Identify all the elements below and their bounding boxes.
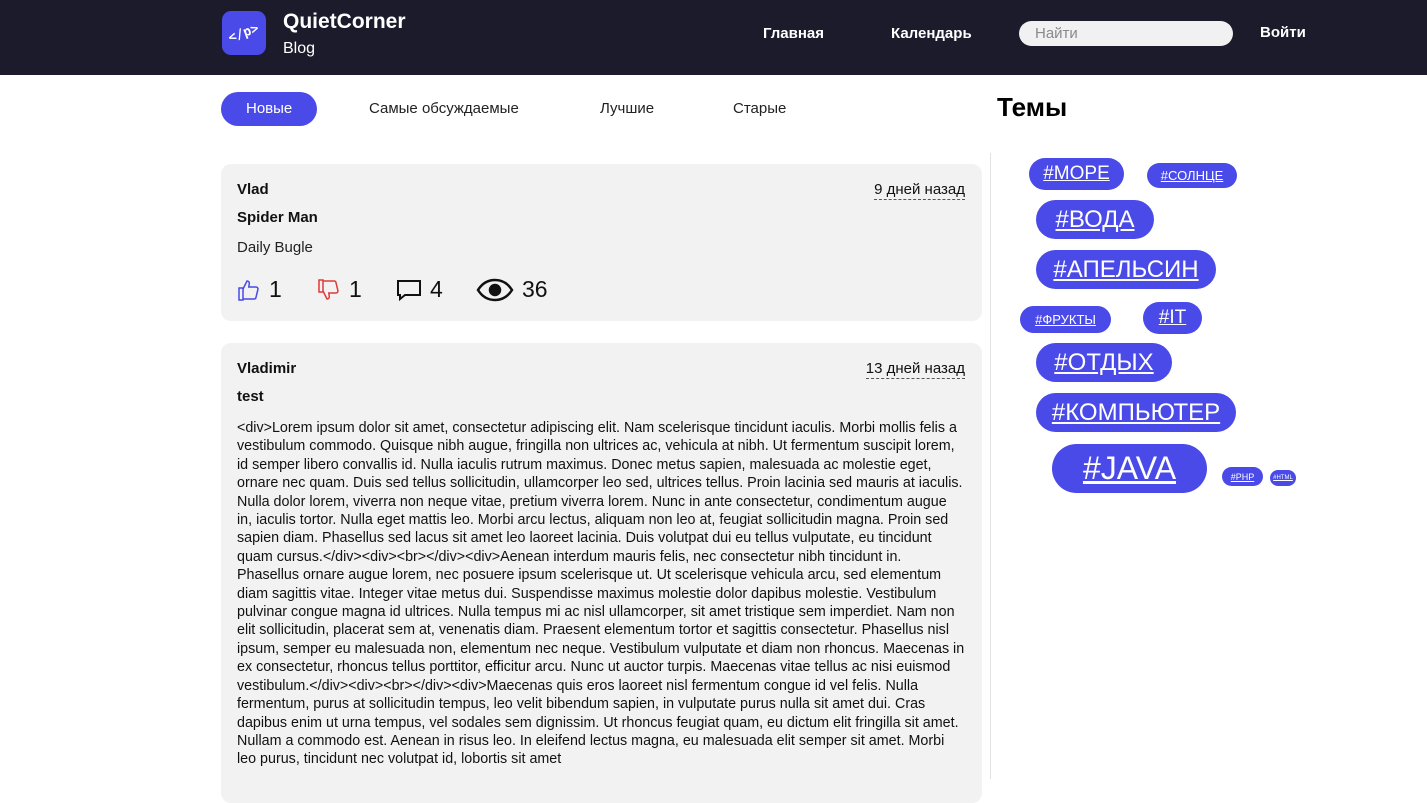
nav-home-link[interactable]: Главная <box>763 25 824 42</box>
nav-calendar-link[interactable]: Календарь <box>891 25 972 42</box>
brand-subtitle: Blog <box>283 40 316 57</box>
logo-text: </p> <box>226 20 262 46</box>
tag-link[interactable]: #JAVA <box>1052 444 1207 493</box>
eye-icon <box>476 278 514 302</box>
comments-link[interactable]: 4 <box>396 276 443 303</box>
tag-link[interactable]: #СОЛНЦЕ <box>1147 163 1237 188</box>
sidebar-title: Темы <box>997 92 1068 122</box>
tag-link[interactable]: #КОМПЬЮТЕР <box>1036 393 1236 432</box>
post-card[interactable]: Vladimir 13 дней назад test <div>Lorem i… <box>221 343 982 803</box>
sidebar-divider <box>990 153 991 779</box>
tag-link[interactable]: #ФРУКТЫ <box>1020 306 1111 333</box>
tag-link[interactable]: #PHP <box>1222 467 1263 486</box>
post-title[interactable]: Spider Man <box>237 209 318 226</box>
tab-most-discussed[interactable]: Самые обсуждаемые <box>369 92 519 126</box>
thumbs-up-icon <box>237 278 261 302</box>
tag-link[interactable]: #АПЕЛЬСИН <box>1036 250 1216 289</box>
dislike-count: 1 <box>349 276 362 302</box>
post-card[interactable]: Vlad 9 дней назад Spider Man Daily Bugle… <box>221 164 982 321</box>
tag-link[interactable]: #ВОДА <box>1036 200 1154 239</box>
views-stat: 36 <box>476 276 548 303</box>
dislike-button[interactable]: 1 <box>317 276 362 303</box>
comment-count: 4 <box>430 276 443 302</box>
tag-link[interactable]: #МОРЕ <box>1029 158 1124 190</box>
tag-link[interactable]: #ОТДЫХ <box>1036 343 1172 382</box>
post-date[interactable]: 13 дней назад <box>865 360 965 379</box>
post-body: <div>Lorem ipsum dolor sit amet, consect… <box>237 420 965 768</box>
post-title[interactable]: test <box>237 388 264 405</box>
search-input[interactable] <box>1019 21 1233 46</box>
top-header: </p> QuietCorner Blog Главная Календарь … <box>0 0 1427 75</box>
post-author[interactable]: Vladimir <box>237 360 296 377</box>
tag-link[interactable]: #IT <box>1143 302 1202 334</box>
post-author[interactable]: Vlad <box>237 181 269 198</box>
tab-best[interactable]: Лучшие <box>600 92 654 126</box>
login-link[interactable]: Войти <box>1260 24 1306 41</box>
tag-link[interactable]: #HTML <box>1270 470 1296 486</box>
tab-old[interactable]: Старые <box>733 92 786 126</box>
like-button[interactable]: 1 <box>237 276 282 303</box>
thumbs-down-icon <box>317 278 341 302</box>
post-date[interactable]: 9 дней назад <box>874 181 965 200</box>
comment-icon <box>396 278 422 302</box>
view-count: 36 <box>522 276 548 302</box>
like-count: 1 <box>269 276 282 302</box>
logo-icon[interactable]: </p> <box>222 11 266 55</box>
tab-new[interactable]: Новые <box>221 92 318 126</box>
brand-title[interactable]: QuietCorner <box>283 10 406 34</box>
post-body: Daily Bugle <box>237 239 313 256</box>
